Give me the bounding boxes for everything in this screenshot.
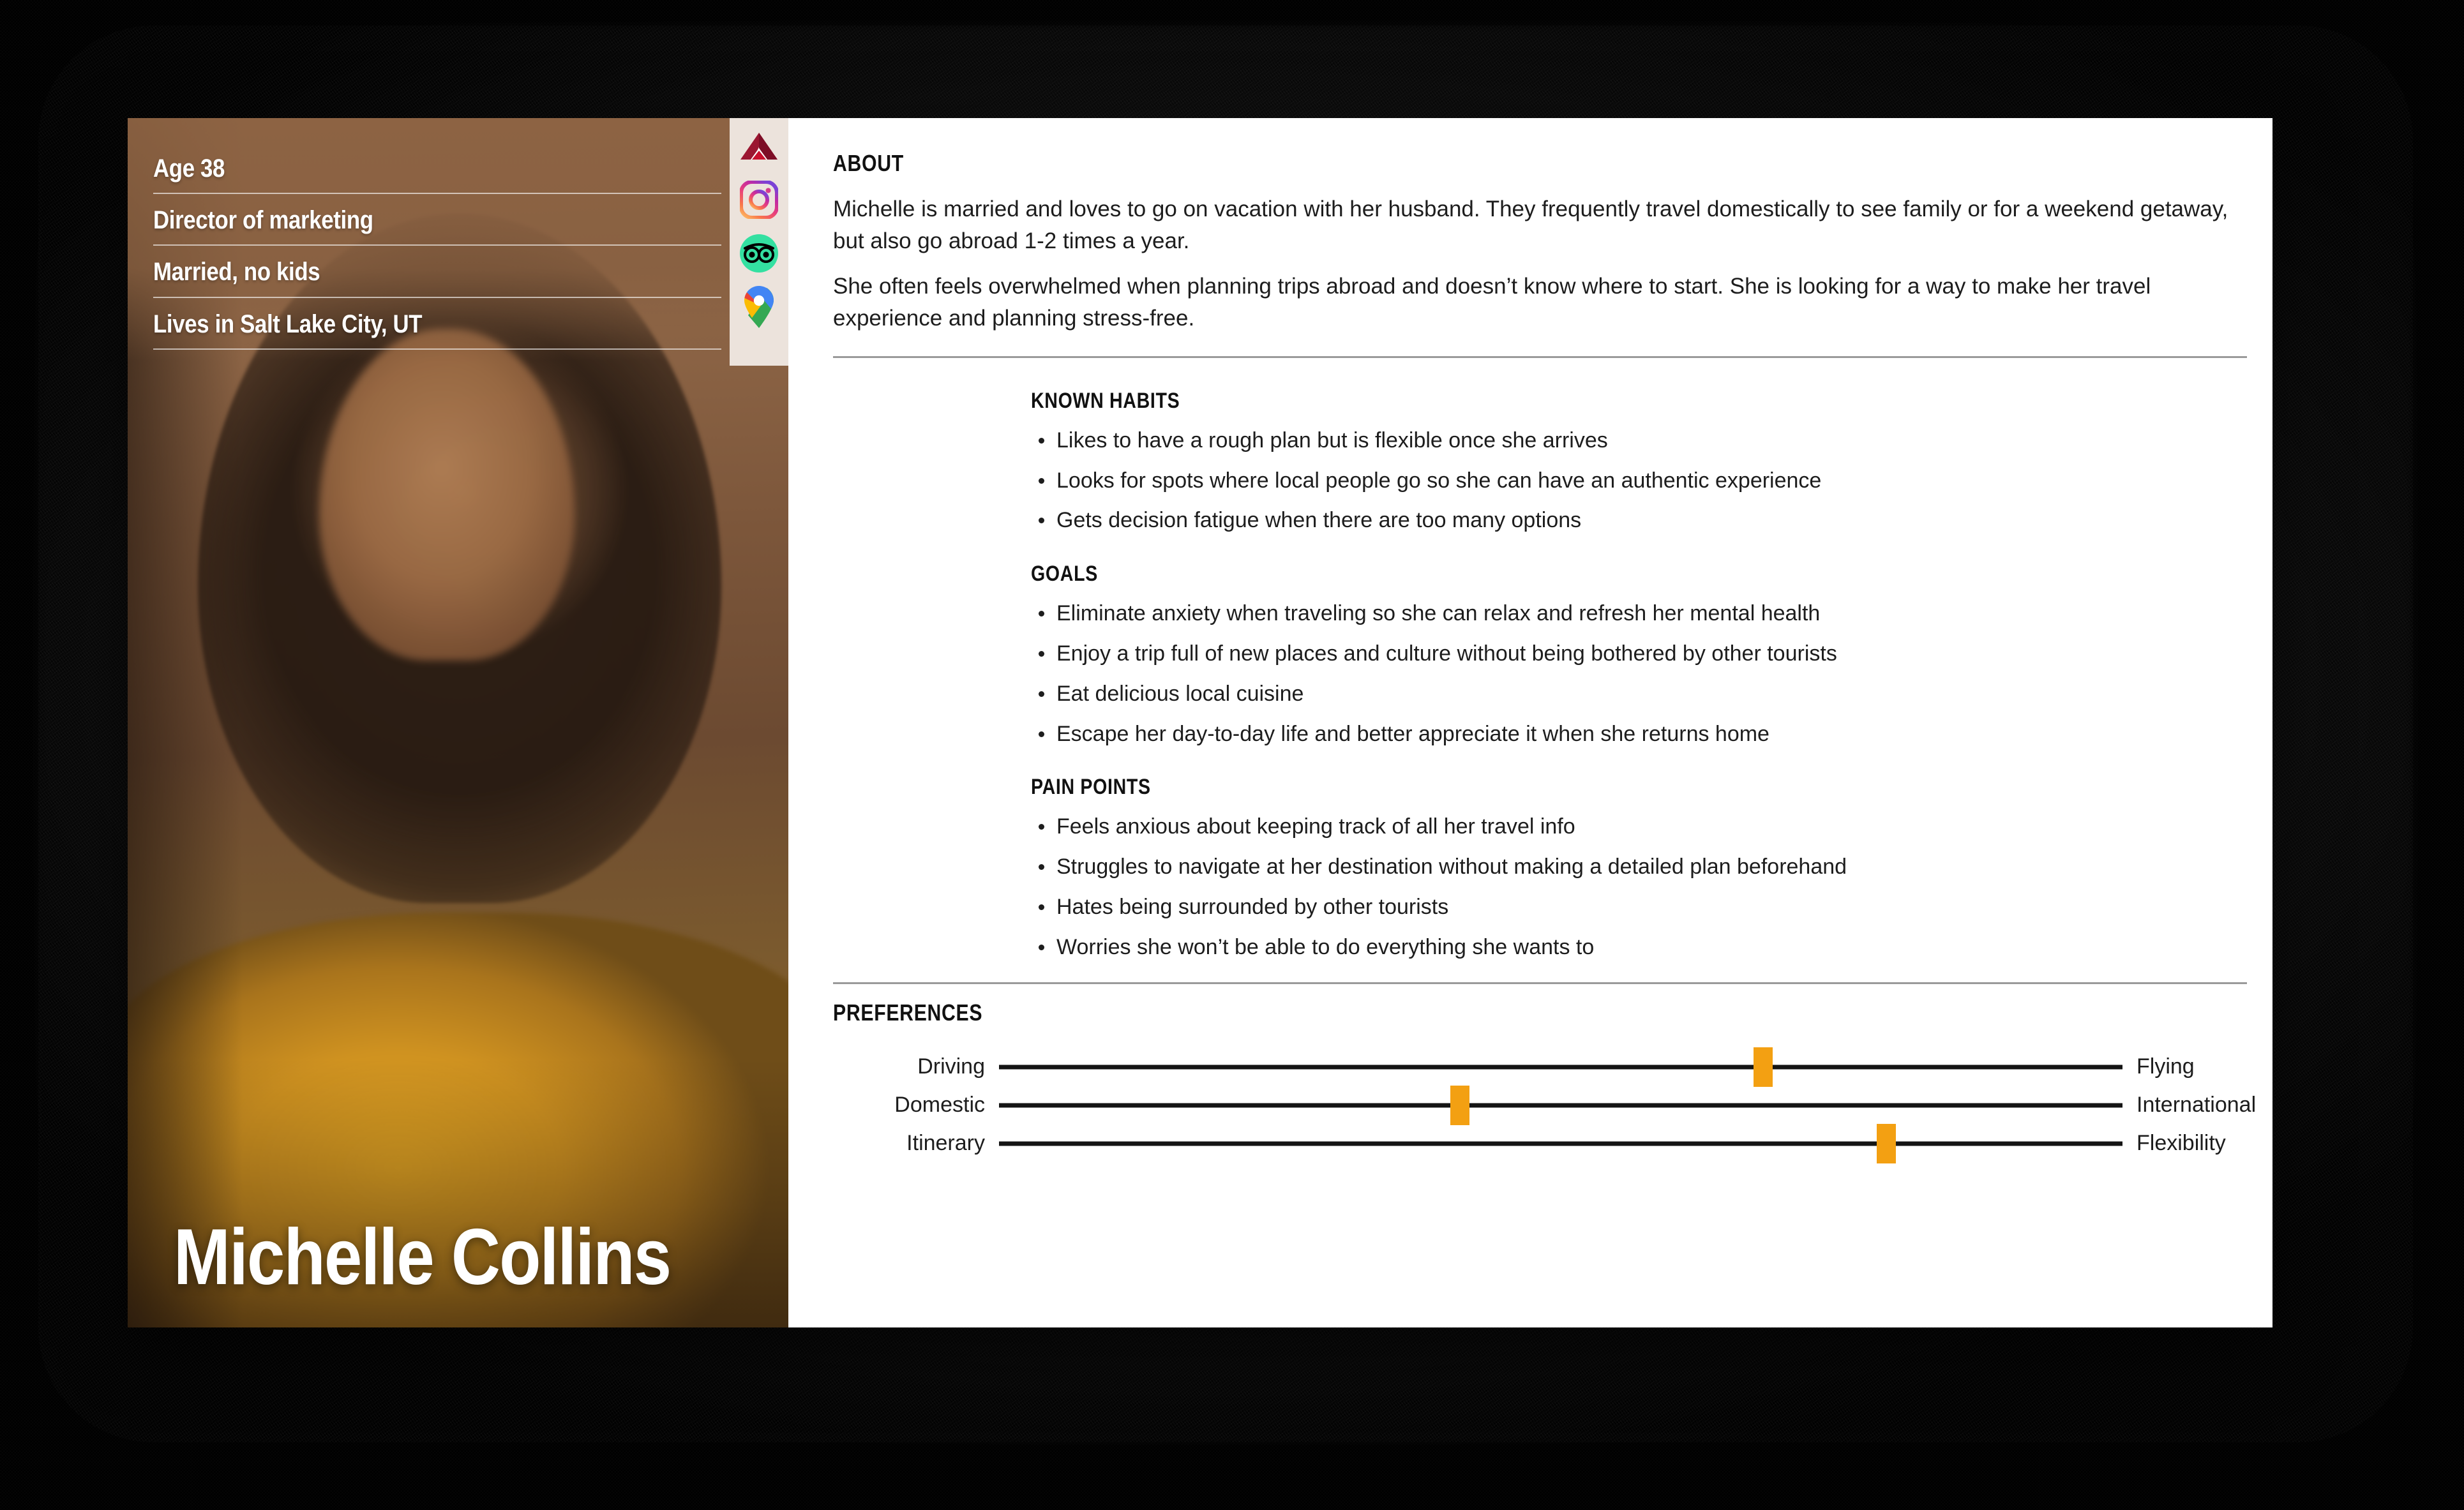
list-item: Struggles to navigate at her destination…: [1031, 854, 2256, 880]
pref-track-itinerary-flexibility[interactable]: [999, 1123, 2122, 1163]
persona-card: Age 38 Director of marketing Married, no…: [128, 118, 2272, 1327]
fact-age: Age 38: [153, 154, 225, 183]
pref-marker-itinerary-flexibility[interactable]: [1877, 1123, 1897, 1163]
about-paragraph-2: She often feels overwhelmed when plannin…: [833, 274, 2151, 331]
list-item: Eat delicious local cuisine: [1031, 681, 2256, 707]
list-item: Gets decision fatigue when there are too…: [1031, 507, 2256, 534]
fact-row-occupation: Director of marketing: [153, 194, 721, 246]
about-heading: ABOUT: [833, 150, 904, 176]
list-item: Enjoy a trip full of new places and cult…: [1031, 641, 2256, 667]
brand-icon-rail: [730, 118, 788, 366]
list-item: Hates being surrounded by other tourists: [1031, 894, 2256, 920]
pref-track-line: [999, 1065, 2122, 1070]
persona-facts-list: Age 38 Director of marketing Married, no…: [128, 118, 788, 361]
google-maps-icon[interactable]: [737, 285, 781, 329]
pref-left-label-domestic: Domestic: [894, 1093, 985, 1118]
pref-right-label-international: International: [2137, 1093, 2257, 1118]
goals-heading: GOALS: [1031, 562, 1098, 587]
divider-above-preferences: [833, 982, 2247, 984]
list-item: Eliminate anxiety when traveling so she …: [1031, 601, 2256, 627]
list-item: Feels anxious about keeping track of all…: [1031, 814, 2256, 840]
instagram-icon[interactable]: [737, 178, 781, 221]
pref-marker-driving-flying[interactable]: [1753, 1047, 1773, 1087]
known-habits-list: Likes to have a rough plan but is flexib…: [1031, 428, 2256, 534]
pref-right-label-flexibility: Flexibility: [2137, 1131, 2226, 1156]
list-item: Escape her day-to-day life and better ap…: [1031, 721, 2256, 747]
persona-details-column: ABOUT Michelle is married and loves to g…: [788, 118, 2272, 1327]
about-paragraph-1: Michelle is married and loves to go on v…: [833, 197, 2228, 253]
goals-block: GOALS Eliminate anxiety when traveling s…: [1031, 562, 2256, 747]
pref-track-domestic-international[interactable]: [999, 1085, 2122, 1125]
fact-row-location: Lives in Salt Lake City, UT: [153, 298, 721, 350]
persona-attribute-blocks: KNOWN HABITS Likes to have a rough plan …: [833, 358, 2256, 961]
list-item: Likes to have a rough plan but is flexib…: [1031, 428, 2256, 454]
pain-points-list: Feels anxious about keeping track of all…: [1031, 814, 2256, 960]
preferences-heading: PREFERENCES: [833, 999, 983, 1026]
pref-right-label-flying: Flying: [2137, 1054, 2195, 1079]
preference-slider-itinerary-flexibility: Itinerary Flexibility: [833, 1123, 2256, 1163]
fact-row-family: Married, no kids: [153, 246, 721, 298]
delta-airlines-icon[interactable]: [737, 124, 781, 168]
pref-track-line: [999, 1103, 2122, 1108]
preference-slider-driving-flying: Driving Flying: [833, 1047, 2256, 1087]
known-habits-block: KNOWN HABITS Likes to have a rough plan …: [1031, 389, 2256, 534]
goals-list: Eliminate anxiety when traveling so she …: [1031, 601, 2256, 747]
pref-track-driving-flying[interactable]: [999, 1047, 2122, 1087]
pain-points-heading: PAIN POINTS: [1031, 775, 1151, 800]
known-habits-heading: KNOWN HABITS: [1031, 388, 1180, 413]
preference-slider-domestic-international: Domestic International: [833, 1085, 2257, 1125]
pref-marker-domestic-international[interactable]: [1450, 1085, 1469, 1125]
pain-points-block: PAIN POINTS Feels anxious about keeping …: [1031, 775, 2256, 960]
tripadvisor-icon[interactable]: [737, 232, 781, 275]
fact-location: Lives in Salt Lake City, UT: [153, 310, 423, 338]
fact-family: Married, no kids: [153, 258, 320, 287]
persona-photo-column: Age 38 Director of marketing Married, no…: [128, 118, 788, 1327]
pref-left-label-driving: Driving: [917, 1054, 985, 1079]
fact-occupation: Director of marketing: [153, 206, 373, 235]
list-item: Worries she won’t be able to do everythi…: [1031, 934, 2256, 961]
persona-name: Michelle Collins: [174, 1213, 672, 1301]
list-item: Looks for spots where local people go so…: [1031, 468, 2256, 494]
pref-track-line: [999, 1141, 2122, 1146]
pref-left-label-itinerary: Itinerary: [906, 1131, 985, 1156]
fact-row-age: Age 38: [153, 142, 721, 195]
preferences-section: PREFERENCES Driving Flying Domestic Inte…: [833, 999, 2256, 1163]
